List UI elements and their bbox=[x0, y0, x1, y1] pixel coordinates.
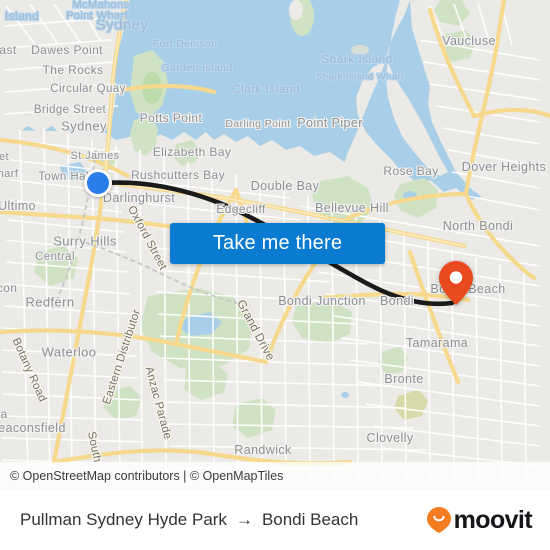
moovit-logo[interactable]: moovit bbox=[426, 505, 533, 535]
route-title: Pullman Sydney Hyde Park → Bondi Beach bbox=[20, 510, 358, 530]
map-attribution-bar: © OpenStreetMap contributors | © OpenMap… bbox=[0, 462, 550, 490]
route-destination-label: Bondi Beach bbox=[261, 510, 359, 529]
moovit-route-card: McMahons Point Wharf Island Sydney Fort Deni… bbox=[0, 0, 550, 550]
attribution-text[interactable]: © OpenStreetMap contributors | © OpenMap… bbox=[0, 469, 283, 483]
route-arrow-icon: → bbox=[235, 510, 253, 529]
moovit-pin-icon bbox=[426, 507, 451, 533]
moovit-wordmark: moovit bbox=[453, 505, 533, 534]
route-origin-label: Pullman Sydney Hyde Park bbox=[20, 510, 227, 529]
destination-marker[interactable] bbox=[439, 261, 473, 305]
map-canvas[interactable]: McMahons Point Wharf Island Sydney Fort Deni… bbox=[0, 0, 550, 490]
map-pin-icon bbox=[439, 261, 473, 305]
origin-marker[interactable] bbox=[84, 169, 112, 197]
footer-bar: Pullman Sydney Hyde Park → Bondi Beach m… bbox=[0, 490, 550, 550]
take-me-there-button[interactable]: Take me there bbox=[170, 223, 385, 264]
cta-label: Take me there bbox=[212, 232, 343, 254]
